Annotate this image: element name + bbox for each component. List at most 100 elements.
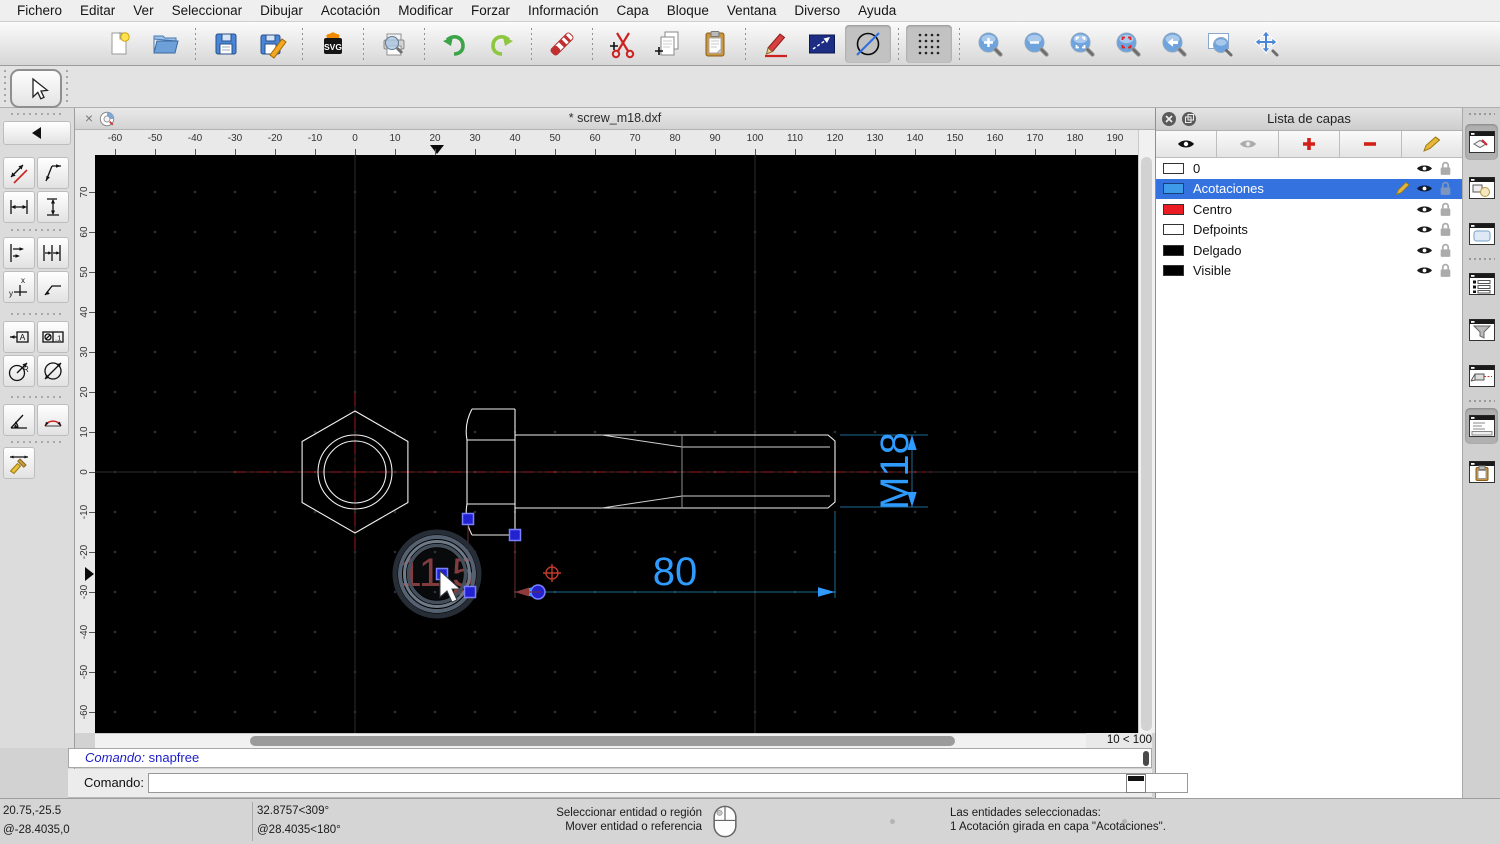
library-browser-panel-toggle[interactable] — [1465, 358, 1498, 394]
dim-ordinate-button[interactable]: xy — [3, 271, 35, 303]
save-as-button[interactable] — [249, 25, 295, 63]
layer-list-panel-toggle[interactable] — [1465, 124, 1498, 160]
dim-radius-button[interactable]: R — [3, 355, 35, 387]
view-list-panel-toggle[interactable] — [1465, 266, 1498, 302]
dim-edit-button[interactable] — [3, 447, 35, 479]
menu-diverso[interactable]: Diverso — [785, 0, 849, 22]
layer-visibility-icon[interactable] — [1416, 264, 1433, 277]
dim-tolerance-button[interactable]: .1 — [37, 321, 69, 353]
layer-lock-icon[interactable] — [1439, 181, 1452, 196]
vertical-scrollbar[interactable] — [1138, 130, 1155, 733]
dim-baseline-button[interactable] — [3, 237, 35, 269]
new-file-button[interactable] — [96, 25, 142, 63]
open-file-button[interactable] — [142, 25, 188, 63]
menu-ver[interactable]: Ver — [124, 0, 162, 22]
command-history-scrollbar[interactable] — [1143, 751, 1149, 766]
hide-all-eye-button[interactable] — [1217, 131, 1279, 157]
command-options-button[interactable] — [1126, 774, 1146, 793]
cut-button[interactable] — [600, 25, 646, 63]
svg-export-button[interactable]: SVG — [310, 25, 356, 63]
selection-pointer-button[interactable] — [10, 69, 62, 108]
layer-row-visible[interactable]: Visible — [1156, 261, 1462, 282]
paste-button[interactable] — [692, 25, 738, 63]
layer-lock-icon[interactable] — [1439, 161, 1452, 176]
layer-visibility-icon[interactable] — [1416, 244, 1433, 257]
layer-lock-icon[interactable] — [1439, 243, 1452, 258]
menu-editar[interactable]: Editar — [71, 0, 124, 22]
edit-layer-button[interactable] — [1401, 131, 1463, 157]
pan-button[interactable] — [1243, 25, 1289, 63]
back-button[interactable] — [3, 121, 71, 145]
zoom-selection-button[interactable] — [1105, 25, 1151, 63]
dim-aligned-button[interactable] — [3, 157, 35, 189]
layer-row-0[interactable]: 0 — [1156, 158, 1462, 179]
dim-diameter-button[interactable] — [37, 355, 69, 387]
menu-modificar[interactable]: Modificar — [389, 0, 462, 22]
menu-informacion[interactable]: Información — [519, 0, 608, 22]
add-layer-icon — [1303, 138, 1316, 150]
redo-button[interactable] — [478, 25, 524, 63]
layer-visibility-icon[interactable] — [1416, 162, 1433, 175]
grid-status: 10 < 100 — [1086, 733, 1152, 748]
dim-vertical-button[interactable] — [37, 191, 69, 223]
snap-free-button[interactable] — [845, 24, 891, 63]
command-line-panel-toggle[interactable] — [1465, 408, 1498, 444]
menu-seleccionar[interactable]: Seleccionar — [163, 0, 252, 22]
menu-dibujar[interactable]: Dibujar — [251, 0, 312, 22]
dim-arc-button[interactable] — [37, 404, 69, 436]
dim-continue-button[interactable] — [37, 237, 69, 269]
add-layer-button[interactable] — [1278, 131, 1341, 157]
layer-row-defpoints[interactable]: Defpoints — [1156, 220, 1462, 241]
property-editor-panel-toggle[interactable] — [1465, 216, 1498, 252]
dim-rotated-button[interactable] — [37, 157, 69, 189]
undo-button[interactable] — [432, 25, 478, 63]
save-button[interactable] — [203, 25, 249, 63]
layer-row-delgado[interactable]: Delgado — [1156, 240, 1462, 261]
drawing-canvas[interactable]: M18 80 — [95, 155, 1138, 733]
layer-lock-icon[interactable] — [1439, 222, 1452, 237]
zoom-window-button[interactable] — [1197, 25, 1243, 63]
layer-lock-icon[interactable] — [1439, 263, 1452, 278]
panel-float-icon[interactable] — [1181, 111, 1197, 127]
zoom-in-button[interactable] — [967, 25, 1013, 63]
auto-zoom-button[interactable] — [1059, 25, 1105, 63]
command-input[interactable] — [148, 773, 1188, 793]
selection-filter-panel-toggle[interactable] — [1465, 312, 1498, 348]
previous-view-button[interactable] — [1151, 25, 1197, 63]
remove-layer-button[interactable] — [1340, 131, 1402, 157]
layer-color-swatch — [1163, 224, 1184, 236]
layer-row-centro[interactable]: Centro — [1156, 199, 1462, 220]
vertical-scrollbar-thumb[interactable] — [1141, 157, 1152, 731]
menu-forzar[interactable]: Forzar — [462, 0, 519, 22]
menu-ventana[interactable]: Ventana — [718, 0, 786, 22]
toolbar-separator — [592, 27, 593, 60]
panel-close-icon[interactable] — [1161, 111, 1177, 127]
dim-leader-button[interactable] — [37, 271, 69, 303]
print-preview-button[interactable] — [371, 25, 417, 63]
toolbar-separator — [745, 27, 746, 60]
horizontal-scrollbar-thumb[interactable] — [250, 736, 955, 746]
dim-angular-button[interactable] — [3, 404, 35, 436]
menu-acotacion[interactable]: Acotación — [312, 0, 389, 22]
layer-visibility-icon[interactable] — [1416, 182, 1433, 195]
dim-label-button[interactable]: A — [3, 321, 35, 353]
clipboard-panel-toggle[interactable] — [1465, 454, 1498, 490]
layer-lock-icon[interactable] — [1439, 202, 1452, 217]
layer-visibility-icon[interactable] — [1416, 203, 1433, 216]
zoom-out-button[interactable] — [1013, 25, 1059, 63]
block-list-panel-toggle[interactable] — [1465, 170, 1498, 206]
menu-ayuda[interactable]: Ayuda — [849, 0, 905, 22]
dim-horizontal-button[interactable] — [3, 191, 35, 223]
menu-fichero[interactable]: Fichero — [8, 0, 71, 22]
polyline-mode-button[interactable] — [799, 25, 845, 63]
show-all-eye-button[interactable] — [1156, 131, 1218, 157]
edit-pencil-button[interactable] — [753, 25, 799, 63]
layer-row-acotaciones[interactable]: Acotaciones — [1156, 178, 1462, 199]
delete-button[interactable] — [539, 25, 585, 63]
grid-toggle-button[interactable] — [906, 24, 952, 63]
menu-bloque[interactable]: Bloque — [658, 0, 718, 22]
menu-capa[interactable]: Capa — [608, 0, 658, 22]
horizontal-scrollbar[interactable] — [95, 733, 1086, 748]
copy-button[interactable] — [646, 25, 692, 63]
layer-visibility-icon[interactable] — [1416, 223, 1433, 236]
